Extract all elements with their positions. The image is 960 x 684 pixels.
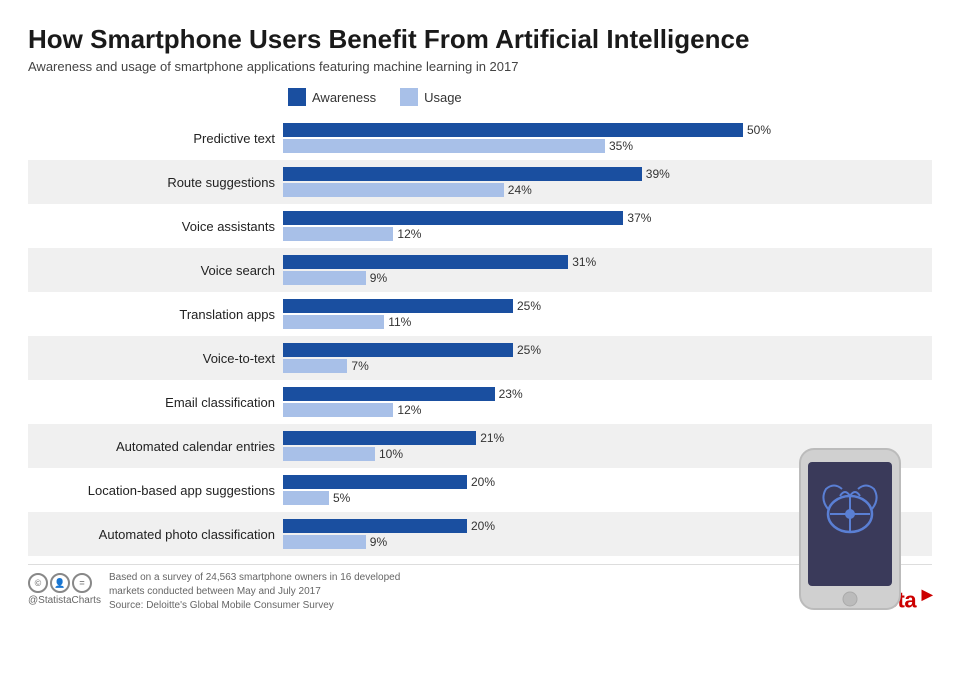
usage-bar xyxy=(283,491,329,505)
legend-usage-label: Usage xyxy=(424,90,462,105)
usage-value: 35% xyxy=(609,139,633,153)
chart-container: How Smartphone Users Benefit From Artifi… xyxy=(0,0,960,684)
usage-bar xyxy=(283,271,366,285)
usage-bar-line: 7% xyxy=(283,359,932,373)
usage-bar xyxy=(283,183,504,197)
row-label: Voice search xyxy=(28,263,283,278)
awareness-bar xyxy=(283,475,467,489)
row-label: Location-based app suggestions xyxy=(28,483,283,498)
awareness-bar xyxy=(283,519,467,533)
usage-value: 24% xyxy=(508,183,532,197)
awareness-value: 21% xyxy=(480,431,504,445)
usage-bar xyxy=(283,139,605,153)
usage-value: 12% xyxy=(397,403,421,417)
awareness-value: 31% xyxy=(572,255,596,269)
awareness-value: 23% xyxy=(499,387,523,401)
awareness-bar-line: 50% xyxy=(283,123,932,137)
bars-group: 23% 12% xyxy=(283,382,932,422)
awareness-bar-line: 23% xyxy=(283,387,932,401)
awareness-value: 25% xyxy=(517,299,541,313)
awareness-value: 20% xyxy=(471,475,495,489)
awareness-value: 25% xyxy=(517,343,541,357)
awareness-bar xyxy=(283,167,642,181)
usage-value: 9% xyxy=(370,535,387,549)
bars-group: 50% 35% xyxy=(283,118,932,158)
awareness-bar xyxy=(283,387,495,401)
bar-row: Voice search 31% 9% xyxy=(28,248,932,292)
chart-subtitle: Awareness and usage of smartphone applic… xyxy=(28,59,932,74)
usage-bar-line: 12% xyxy=(283,227,932,241)
bar-row: Translation apps 25% 11% xyxy=(28,292,932,336)
usage-bar-line: 24% xyxy=(283,183,932,197)
row-label: Voice-to-text xyxy=(28,351,283,366)
usage-value: 12% xyxy=(397,227,421,241)
bars-group: 37% 12% xyxy=(283,206,932,246)
legend-usage: Usage xyxy=(400,88,462,106)
bars-group: 39% 24% xyxy=(283,162,932,202)
usage-bar xyxy=(283,359,347,373)
usage-bar xyxy=(283,447,375,461)
cc-label: @StatistaCharts xyxy=(28,595,101,606)
legend-awareness-box xyxy=(288,88,306,106)
usage-bar xyxy=(283,535,366,549)
usage-bar xyxy=(283,403,393,417)
awareness-bar-line: 25% xyxy=(283,343,932,357)
cc-section: © 👤 = @StatistaCharts xyxy=(28,571,101,606)
usage-bar-line: 11% xyxy=(283,315,932,329)
person-icon: 👤 xyxy=(50,573,70,593)
row-label: Email classification xyxy=(28,395,283,410)
legend-awareness-label: Awareness xyxy=(312,90,376,105)
phone-graphic xyxy=(790,444,910,604)
awareness-bar-line: 25% xyxy=(283,299,932,313)
row-label: Voice assistants xyxy=(28,219,283,234)
chart-title: How Smartphone Users Benefit From Artifi… xyxy=(28,24,932,55)
usage-bar-line: 35% xyxy=(283,139,932,153)
usage-bar-line: 9% xyxy=(283,271,932,285)
equals-icon: = xyxy=(72,573,92,593)
awareness-bar xyxy=(283,211,623,225)
awareness-bar-line: 39% xyxy=(283,167,932,181)
awareness-bar xyxy=(283,343,513,357)
bar-row: Predictive text 50% 35% xyxy=(28,116,932,160)
cc-icons: © 👤 = xyxy=(28,573,101,593)
row-label: Predictive text xyxy=(28,131,283,146)
row-label: Automated photo classification xyxy=(28,527,283,542)
legend-usage-box xyxy=(400,88,418,106)
bar-row: Email classification 23% 12% xyxy=(28,380,932,424)
awareness-value: 37% xyxy=(627,211,651,225)
legend-awareness: Awareness xyxy=(288,88,376,106)
cc-icon: © xyxy=(28,573,48,593)
awareness-bar xyxy=(283,123,743,137)
row-label: Automated calendar entries xyxy=(28,439,283,454)
awareness-value: 50% xyxy=(747,123,771,137)
awareness-value: 39% xyxy=(646,167,670,181)
usage-bar xyxy=(283,227,393,241)
bar-row: Route suggestions 39% 24% xyxy=(28,160,932,204)
bars-group: 25% 7% xyxy=(283,338,932,378)
chart-legend: Awareness Usage xyxy=(288,88,932,106)
usage-bar-line: 12% xyxy=(283,403,932,417)
awareness-bar xyxy=(283,299,513,313)
awareness-value: 20% xyxy=(471,519,495,533)
bar-row: Voice assistants 37% 12% xyxy=(28,204,932,248)
awareness-bar-line: 37% xyxy=(283,211,932,225)
bars-group: 31% 9% xyxy=(283,250,932,290)
usage-value: 10% xyxy=(379,447,403,461)
awareness-bar-line: 31% xyxy=(283,255,932,269)
awareness-bar xyxy=(283,431,476,445)
usage-value: 5% xyxy=(333,491,350,505)
row-label: Route suggestions xyxy=(28,175,283,190)
usage-bar xyxy=(283,315,384,329)
awareness-bar xyxy=(283,255,568,269)
bars-group: 25% 11% xyxy=(283,294,932,334)
row-label: Translation apps xyxy=(28,307,283,322)
usage-value: 9% xyxy=(370,271,387,285)
usage-value: 7% xyxy=(351,359,368,373)
bar-row: Voice-to-text 25% 7% xyxy=(28,336,932,380)
usage-value: 11% xyxy=(388,315,411,329)
footer-left: © 👤 = @StatistaCharts Based on a survey … xyxy=(28,571,400,613)
footer-source-text: Based on a survey of 24,563 smartphone o… xyxy=(109,571,400,613)
